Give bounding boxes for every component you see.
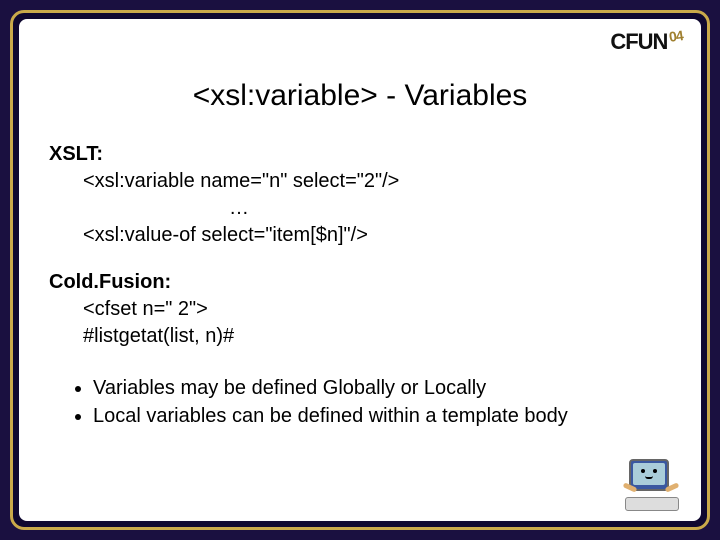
xslt-line-1: <xsl:variable name="n" select="2"/>	[49, 168, 671, 195]
slide-border: CFUN04 <xsl:variable> - Variables XSLT: …	[10, 10, 710, 530]
cf-label: Cold.Fusion:	[49, 269, 671, 296]
xslt-label: XSLT:	[49, 141, 671, 168]
slide-body: XSLT: <xsl:variable name="n" select="2"/…	[49, 141, 671, 430]
cf-line-2: #listgetat(list, n)#	[49, 323, 671, 350]
xslt-ellipsis: …	[49, 195, 671, 222]
xslt-line-2: <xsl:value-of select="item[$n]"/>	[49, 222, 671, 249]
computer-mascot-icon	[625, 455, 685, 511]
logo-year: 04	[668, 27, 684, 45]
bullet-list: Variables may be defined Globally or Loc…	[49, 374, 671, 430]
bullet-item: Local variables can be defined within a …	[93, 402, 671, 430]
logo-fun: FUN	[625, 29, 667, 55]
logo-c: C	[610, 29, 625, 55]
spacer	[49, 249, 671, 269]
slide-content: CFUN04 <xsl:variable> - Variables XSLT: …	[19, 19, 701, 521]
cfun-logo: CFUN04	[610, 29, 683, 55]
bullet-item: Variables may be defined Globally or Loc…	[93, 374, 671, 402]
slide-frame: CFUN04 <xsl:variable> - Variables XSLT: …	[0, 0, 720, 540]
cf-line-1: <cfset n=" 2">	[49, 296, 671, 323]
slide-title: <xsl:variable> - Variables	[49, 79, 671, 113]
